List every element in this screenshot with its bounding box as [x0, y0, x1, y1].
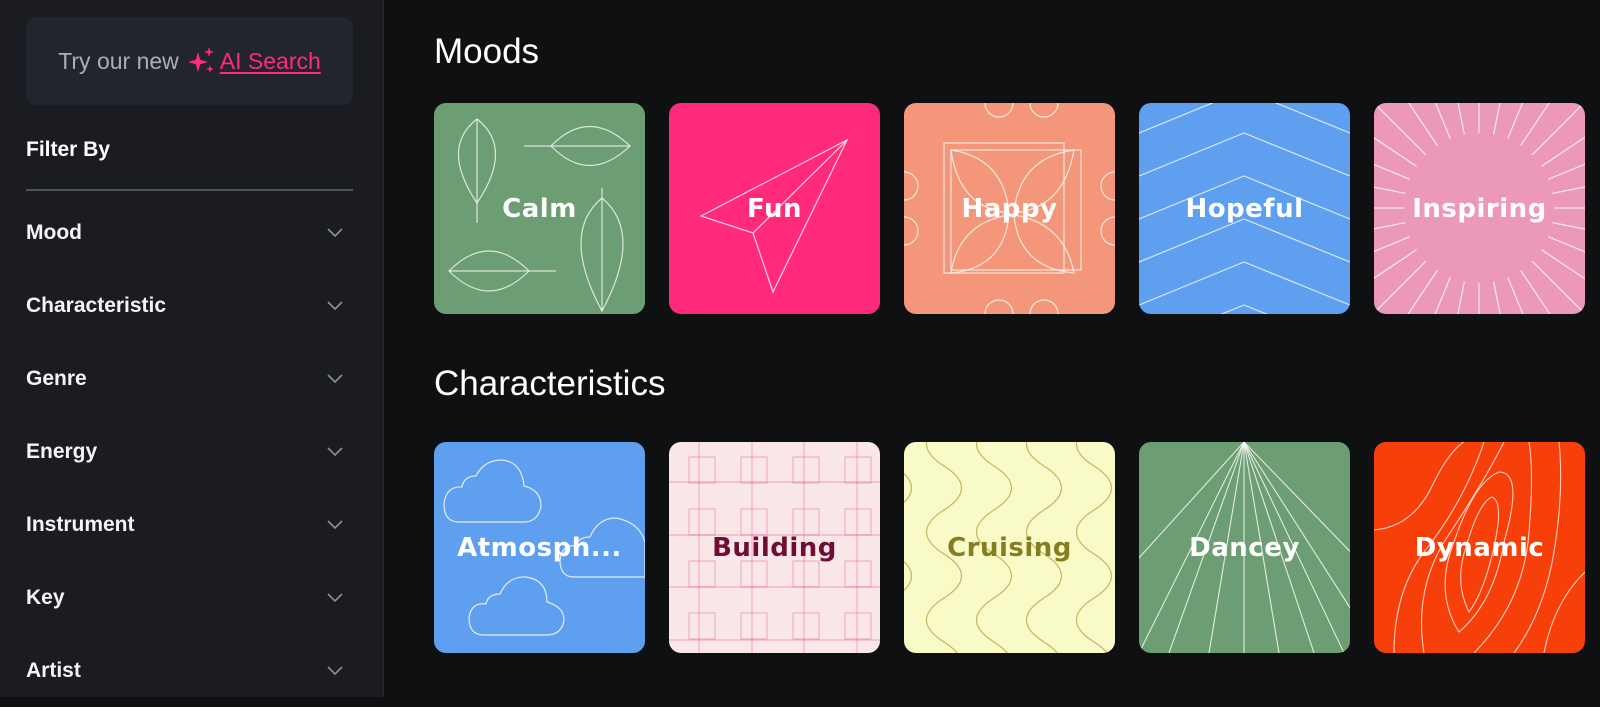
tile-label: Cruising	[947, 532, 1072, 563]
grid-square	[688, 456, 716, 484]
ray-line	[1408, 103, 1438, 146]
grid-square	[688, 508, 716, 536]
filter-label: Genre	[26, 366, 87, 390]
ray-line	[1541, 249, 1585, 280]
chevron-down-icon	[327, 373, 343, 383]
grid-square	[688, 560, 716, 588]
grid-square	[844, 612, 872, 640]
grid-square	[740, 508, 768, 536]
tile-label: Atmosph...	[457, 532, 622, 563]
chevron-down-icon	[327, 592, 343, 602]
sparkles-icon	[187, 47, 214, 73]
grid-square	[844, 560, 872, 588]
grid-square	[688, 612, 716, 640]
grid-square	[740, 456, 768, 484]
ray-line	[1507, 103, 1524, 139]
ray-line	[1407, 270, 1438, 314]
ray-line	[1507, 277, 1524, 314]
ray-line	[1531, 103, 1585, 156]
filter-by-heading: Filter By	[26, 138, 111, 161]
ray-line	[1374, 163, 1410, 180]
filter-label: Artist	[26, 658, 81, 682]
ray-line	[1374, 249, 1417, 279]
ray-line	[1374, 137, 1417, 167]
chevron-down-icon	[327, 446, 343, 456]
ray-line	[1531, 260, 1585, 314]
tile-label: Calm	[502, 193, 577, 224]
main-content: Moods Calm Fun Happy Hopeful Inspiring C…	[386, 0, 1600, 697]
ray-line	[1434, 103, 1451, 139]
filter-key[interactable]: Key	[26, 561, 353, 634]
ray-line	[1374, 222, 1406, 230]
grid-square	[792, 456, 820, 484]
ray-line	[1520, 270, 1551, 314]
chevron-down-icon	[327, 665, 343, 675]
ai-search-link[interactable]: AI Search	[220, 48, 321, 75]
chevron-down-icon	[327, 519, 343, 529]
ray-line	[1457, 281, 1465, 314]
ray-line	[1552, 222, 1585, 230]
characteristics-heading: Characteristics	[434, 364, 666, 403]
filter-instrument[interactable]: Instrument	[26, 488, 353, 561]
ray-line	[1493, 281, 1501, 314]
ray-line	[1552, 186, 1585, 194]
moods-row: Calm Fun Happy Hopeful Inspiring	[434, 103, 1585, 314]
mood-tile-fun[interactable]: Fun	[669, 103, 880, 314]
mood-tile-inspiring[interactable]: Inspiring	[1374, 103, 1585, 314]
chevron-down-icon	[327, 227, 343, 237]
filter-sidebar: Try our new AI Search Filter By Mood Cha…	[0, 0, 384, 697]
ray-line	[1374, 236, 1410, 253]
filter-label: Key	[26, 585, 65, 609]
tile-label: Happy	[961, 193, 1058, 224]
characteristic-tile-dancey[interactable]: Dancey	[1139, 442, 1350, 653]
filter-label: Characteristic	[26, 293, 167, 317]
tile-label: Inspiring	[1412, 193, 1547, 224]
characteristics-row: Atmosph... Building Cruising Dancey Dyna…	[434, 442, 1585, 653]
tile-label: Dynamic	[1414, 532, 1545, 563]
promo-text: Try our new	[58, 47, 179, 74]
mood-tile-happy[interactable]: Happy	[904, 103, 1115, 314]
filter-label: Energy	[26, 439, 98, 463]
tile-label: Building	[712, 532, 837, 563]
grid-square	[792, 612, 820, 640]
chevron-down-icon	[327, 300, 343, 310]
ray-line	[1434, 277, 1451, 314]
grid-square	[844, 508, 872, 536]
tile-label: Fun	[747, 193, 802, 224]
ray-line	[1374, 186, 1406, 194]
filter-divider	[26, 189, 353, 191]
grid-square	[740, 612, 768, 640]
filter-characteristic[interactable]: Characteristic	[26, 269, 353, 342]
ray-line	[1520, 103, 1550, 146]
filter-mood[interactable]: Mood	[26, 196, 353, 269]
grid-square	[792, 560, 820, 588]
filter-label: Instrument	[26, 512, 135, 536]
mood-tile-hopeful[interactable]: Hopeful	[1139, 103, 1350, 314]
ray-line	[1493, 103, 1501, 135]
characteristic-tile-dynamic[interactable]: Dynamic	[1374, 442, 1585, 653]
filter-artist[interactable]: Artist	[26, 634, 353, 707]
moods-heading: Moods	[434, 32, 540, 71]
characteristic-tile-atmospheric[interactable]: Atmosph...	[434, 442, 645, 653]
ray-line	[1548, 163, 1585, 180]
ai-search-promo: Try our new AI Search	[26, 17, 353, 105]
grid-square	[740, 560, 768, 588]
characteristic-tile-building[interactable]: Building	[669, 442, 880, 653]
spotlight-ray	[1139, 442, 1245, 559]
ray-line	[1541, 136, 1585, 167]
filter-label: Mood	[26, 220, 82, 244]
ray-line	[1457, 103, 1465, 135]
tile-label: Hopeful	[1185, 193, 1304, 224]
tile-label: Dancey	[1189, 532, 1300, 563]
filter-energy[interactable]: Energy	[26, 415, 353, 488]
grid-square	[792, 508, 820, 536]
ray-line	[1374, 103, 1427, 156]
ray-line	[1548, 236, 1585, 253]
characteristic-tile-cruising[interactable]: Cruising	[904, 442, 1115, 653]
filter-genre[interactable]: Genre	[26, 342, 353, 415]
ray-line	[1374, 260, 1427, 314]
grid-square	[844, 456, 872, 484]
mood-tile-calm[interactable]: Calm	[434, 103, 645, 314]
filter-list: Mood Characteristic Genre Energy Instrum…	[26, 196, 353, 707]
